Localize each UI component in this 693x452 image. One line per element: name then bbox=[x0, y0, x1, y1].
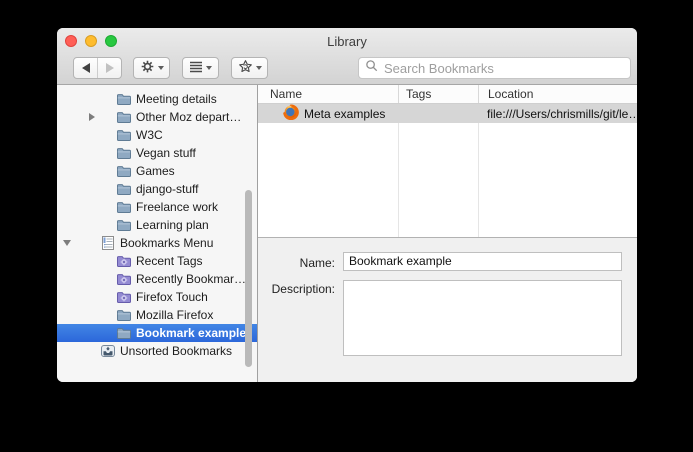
back-arrow-icon bbox=[81, 63, 90, 73]
search-field[interactable] bbox=[358, 57, 631, 79]
sidebar-item-recent-tags[interactable]: Recent Tags bbox=[57, 252, 257, 270]
column-divider bbox=[398, 104, 399, 237]
chevron-down-icon bbox=[255, 66, 262, 70]
sidebar: Meeting details Other Moz depart… W3C Vegan… bbox=[57, 85, 258, 382]
sidebar-item-learning-plan[interactable]: Learning plan bbox=[57, 216, 257, 234]
window-title: Library bbox=[327, 34, 367, 49]
smart-folder-icon bbox=[116, 253, 132, 269]
sidebar-item-label: Vegan stuff bbox=[136, 146, 196, 160]
sidebar-item-bookmarks-menu[interactable]: Bookmarks Menu bbox=[57, 234, 257, 252]
sidebar-item-label: Meeting details bbox=[136, 92, 217, 106]
folder-icon bbox=[116, 307, 132, 323]
library-window: Library Search Bookmarks Meeting details… bbox=[57, 28, 637, 382]
zoom-button[interactable] bbox=[105, 35, 117, 47]
sidebar-item-label: Recently Bookmar… bbox=[136, 272, 247, 286]
details-pane: Name: Description: bbox=[258, 236, 637, 382]
import-backup-button[interactable] bbox=[231, 57, 268, 79]
bookmark-name-cell: Meta examples bbox=[258, 104, 398, 123]
sidebar-item-games[interactable]: Games bbox=[57, 162, 257, 180]
sidebar-item-label: Bookmark example bbox=[136, 326, 247, 340]
column-header-name[interactable]: Name bbox=[258, 85, 398, 103]
forward-button[interactable] bbox=[97, 58, 121, 78]
folder-icon bbox=[116, 181, 132, 197]
firefox-icon bbox=[283, 104, 299, 123]
sidebar-item-label: Games bbox=[136, 164, 175, 178]
column-divider bbox=[478, 104, 479, 237]
history-nav-control bbox=[73, 57, 122, 79]
sidebar-item-mozilla-firefox[interactable]: Mozilla Firefox bbox=[57, 306, 257, 324]
sidebar-item-vegan-stuff[interactable]: Vegan stuff bbox=[57, 144, 257, 162]
sidebar-item-label: Recent Tags bbox=[136, 254, 203, 268]
views-menu-button[interactable] bbox=[182, 57, 219, 79]
sidebar-scrollbar-thumb[interactable] bbox=[245, 190, 252, 367]
menu-list-icon bbox=[100, 235, 116, 251]
chevron-down-icon bbox=[157, 66, 164, 70]
folder-icon bbox=[116, 91, 132, 107]
bookmark-row-meta-examples[interactable]: Meta examples file:///Users/chrismills/gi… bbox=[258, 104, 637, 123]
twisty-collapsed-icon[interactable] bbox=[89, 113, 95, 121]
bookmark-name-input[interactable] bbox=[343, 251, 622, 271]
actions-menu-button[interactable] bbox=[133, 57, 170, 79]
smart-folder-icon bbox=[116, 271, 132, 287]
back-button[interactable] bbox=[74, 58, 97, 78]
description-label: Description: bbox=[271, 281, 335, 296]
screenshot-background: Library Search Bookmarks Meeting details… bbox=[0, 0, 693, 452]
chevron-down-icon bbox=[206, 66, 212, 70]
bookmark-description-input[interactable] bbox=[343, 279, 622, 356]
sidebar-item-other-moz-depart[interactable]: Other Moz depart… bbox=[57, 108, 257, 126]
sidebar-item-label: Bookmarks Menu bbox=[120, 236, 214, 250]
gear-icon bbox=[140, 59, 155, 77]
search-input[interactable] bbox=[382, 59, 624, 77]
bookmark-title: Meta examples bbox=[304, 106, 386, 121]
window-controls bbox=[65, 35, 117, 47]
column-header-tags[interactable]: Tags bbox=[398, 85, 478, 103]
window-chrome: Library bbox=[57, 28, 637, 85]
column-header-location[interactable]: Location bbox=[478, 85, 637, 103]
folder-icon bbox=[116, 325, 132, 341]
sidebar-item-label: Freelance work bbox=[136, 200, 219, 214]
bookmark-list: Meta examples file:///Users/chrismills/gi… bbox=[258, 104, 637, 237]
close-button[interactable] bbox=[65, 35, 77, 47]
bookmark-location-cell: file:///Users/chrismills/git/le… bbox=[487, 106, 637, 121]
sidebar-item-label: Unsorted Bookmarks bbox=[120, 344, 233, 358]
sidebar-item-django-stuff[interactable]: django-stuff bbox=[57, 180, 257, 198]
sidebar-item-label: W3C bbox=[136, 128, 163, 142]
list-lines-icon bbox=[189, 61, 203, 76]
smart-folder-icon bbox=[116, 289, 132, 305]
sidebar-item-label: Other Moz depart… bbox=[136, 110, 242, 124]
sidebar-item-label: Firefox Touch bbox=[136, 290, 208, 304]
folder-icon bbox=[116, 163, 132, 179]
sidebar-item-firefox-touch[interactable]: Firefox Touch bbox=[57, 288, 257, 306]
sidebar-item-label: django-stuff bbox=[136, 182, 199, 196]
minimize-button[interactable] bbox=[85, 35, 97, 47]
sidebar-item-freelance-work[interactable]: Freelance work bbox=[57, 198, 257, 216]
folder-icon bbox=[116, 109, 132, 125]
folder-icon bbox=[116, 127, 132, 143]
bookmarks-panel: Name Tags Location Meta examples file:///Us… bbox=[258, 85, 637, 382]
sidebar-item-label: Learning plan bbox=[136, 218, 209, 232]
content-area: Meeting details Other Moz depart… W3C Vegan… bbox=[57, 85, 637, 382]
sidebar-item-unsorted-bookmarks[interactable]: Unsorted Bookmarks bbox=[57, 342, 257, 360]
list-header: Name Tags Location bbox=[258, 85, 637, 104]
folder-icon bbox=[116, 145, 132, 161]
forward-arrow-icon bbox=[105, 63, 114, 73]
star-refresh-icon bbox=[238, 59, 253, 77]
twisty-expanded-icon[interactable] bbox=[63, 240, 71, 246]
inbox-icon bbox=[100, 343, 116, 359]
sidebar-item-w3c[interactable]: W3C bbox=[57, 126, 257, 144]
sidebar-item-bookmark-example[interactable]: Bookmark example bbox=[57, 324, 257, 342]
toolbar bbox=[57, 54, 637, 84]
sidebar-item-recently-bookmar[interactable]: Recently Bookmar… bbox=[57, 270, 257, 288]
folder-icon bbox=[116, 199, 132, 215]
sidebar-item-label: Mozilla Firefox bbox=[136, 308, 214, 322]
titlebar[interactable]: Library bbox=[57, 28, 637, 54]
folder-icon bbox=[116, 217, 132, 233]
sidebar-item-meeting-details[interactable]: Meeting details bbox=[57, 90, 257, 108]
search-icon bbox=[365, 59, 378, 77]
name-label: Name: bbox=[299, 255, 335, 270]
